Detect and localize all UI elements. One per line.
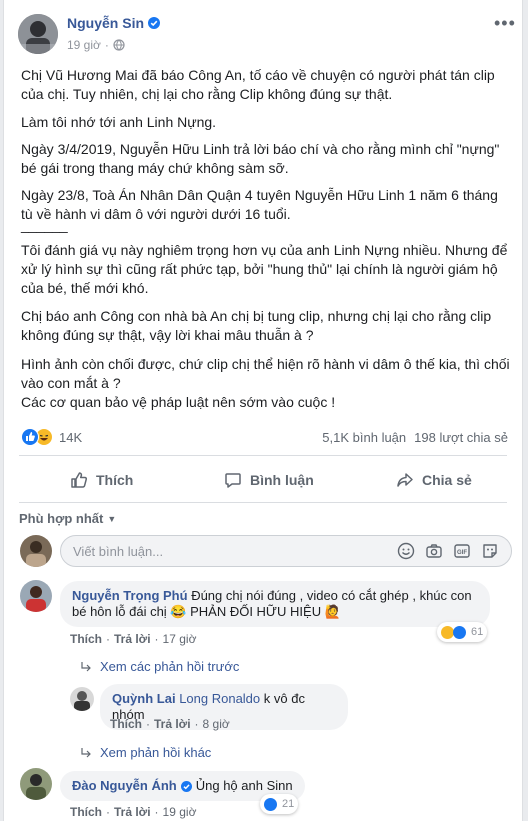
comment-like-link[interactable]: Thích: [70, 805, 102, 819]
comment-button-label: Bình luận: [250, 472, 314, 488]
shares-count[interactable]: 198 lượt chia sẻ: [414, 430, 508, 445]
post-paragraph: Chị báo anh Công con nhà bà An chị bị tu…: [21, 308, 492, 343]
camera-icon[interactable]: [425, 542, 443, 565]
view-previous-replies[interactable]: Xem các phản hồi trước: [80, 659, 239, 674]
sort-label: Phù hợp nhất: [19, 511, 104, 526]
post-paragraph: Chị Vũ Hương Mai đã báo Công An, tố cáo …: [21, 67, 495, 102]
post-paragraph: Làm tôi nhớ tới anh Linh Nựng.: [21, 114, 217, 130]
commenter-avatar[interactable]: [20, 580, 52, 612]
post-paragraph: ______: [21, 217, 68, 233]
post-paragraph: Tôi đánh giá vụ này nghiêm trọng hơn vụ …: [21, 242, 508, 296]
comment-reactions[interactable]: 61: [437, 622, 488, 642]
comment-like-link[interactable]: Thích: [70, 632, 102, 646]
like-reaction-icon: [453, 625, 466, 639]
comment-reply-link[interactable]: Trả lời: [114, 632, 151, 646]
replier-avatar[interactable]: [70, 687, 94, 711]
comment-sort-dropdown[interactable]: Phù hợp nhất ▼: [19, 511, 116, 526]
svg-text:GIF: GIF: [457, 550, 467, 556]
gif-icon[interactable]: GIF: [453, 542, 471, 565]
commenter-avatar[interactable]: [20, 768, 52, 800]
reply-arrow-icon: [81, 747, 91, 757]
emoji-icon[interactable]: [397, 542, 415, 565]
post-paragraph: Hình ảnh còn chối được, chứ clip chị thể…: [21, 356, 510, 391]
share-icon: [397, 473, 413, 487]
comment-text: Ủng hộ anh Sinn: [195, 778, 293, 793]
view-more-replies[interactable]: Xem phản hồi khác: [80, 745, 211, 760]
commenter-name[interactable]: Đào Nguyễn Ánh: [72, 778, 177, 794]
reply-like-link[interactable]: Thích: [110, 717, 142, 731]
thumbs-up-icon: [71, 472, 88, 488]
like-reaction-icon: [264, 797, 277, 811]
comment-reactions-count: 21: [282, 798, 295, 810]
comment-reactions-count: 61: [471, 626, 484, 638]
more-options-icon[interactable]: •••: [494, 14, 516, 32]
share-button-label: Chia sẻ: [422, 472, 472, 488]
verified-badge-icon: [180, 780, 192, 792]
comment-input[interactable]: Viết bình luận... GIF: [60, 535, 512, 567]
globe-icon: [113, 39, 125, 51]
comments-count[interactable]: 5,1K bình luận: [322, 430, 406, 445]
comment-reactions[interactable]: 21: [260, 794, 299, 814]
sticker-icon[interactable]: [481, 542, 499, 565]
reply-time[interactable]: 8 giờ: [203, 717, 230, 731]
current-user-avatar: [20, 535, 52, 567]
post-card: ••• Nguyễn Sin 19 giờ · Chị Vũ Hương Mai…: [3, 0, 523, 821]
comment-input-placeholder: Viết bình luận...: [73, 544, 164, 559]
chevron-down-icon: ▼: [107, 513, 117, 524]
reactions-count: 14K: [59, 429, 83, 445]
post-time[interactable]: 19 giờ: [67, 38, 101, 52]
comment-time[interactable]: 19 giờ: [163, 805, 197, 819]
commenter-name[interactable]: Nguyễn Trọng Phú: [72, 588, 188, 603]
comment-time[interactable]: 17 giờ: [163, 632, 197, 646]
post-paragraph: Các cơ quan bảo vệ pháp luật nên sớm vào…: [21, 394, 336, 410]
comment-bubble: Nguyễn Trọng Phú Đúng chị nói đúng , vid…: [60, 581, 490, 627]
comment-icon: [225, 473, 241, 488]
comment-reply-link[interactable]: Trả lời: [114, 805, 151, 819]
reply-mention[interactable]: Long Ronaldo: [179, 691, 260, 706]
reply-arrow-icon: [81, 661, 91, 671]
like-reaction-icon: [21, 428, 39, 446]
view-more-replies-label: Xem phản hồi khác: [100, 745, 212, 760]
like-button[interactable]: Thích: [70, 462, 133, 498]
replier-name[interactable]: Quỳnh Lai: [112, 691, 176, 706]
author-name[interactable]: Nguyễn Sin: [67, 15, 144, 31]
author-avatar[interactable]: [18, 14, 58, 54]
like-button-label: Thích: [96, 472, 134, 488]
reaction-summary[interactable]: 14K: [21, 428, 82, 446]
verified-badge-icon: [148, 17, 161, 29]
post-paragraph: Ngày 3/4/2019, Nguyễn Hữu Linh trả lời b…: [21, 141, 500, 176]
share-button[interactable]: Chia sẻ: [396, 462, 472, 498]
reply-reply-link[interactable]: Trả lời: [154, 717, 191, 731]
view-previous-replies-label: Xem các phản hồi trước: [100, 659, 240, 674]
comment-button[interactable]: Bình luận: [224, 462, 314, 498]
